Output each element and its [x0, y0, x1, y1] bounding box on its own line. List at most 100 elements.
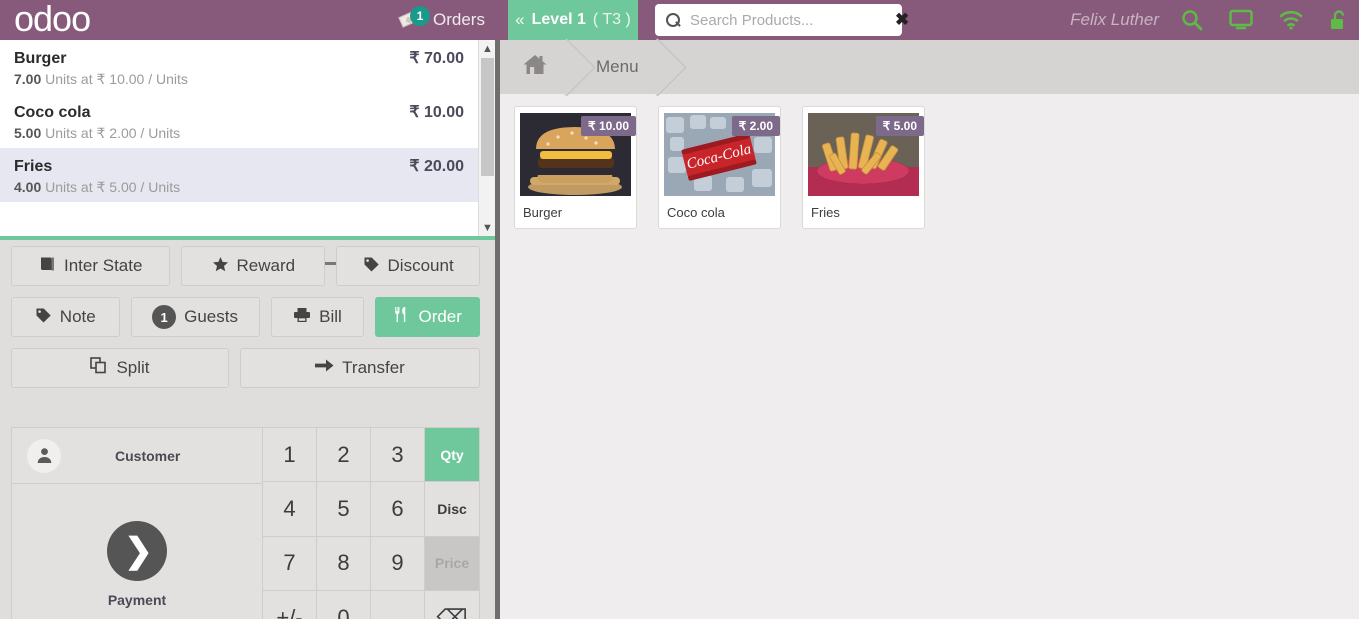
wifi-icon[interactable]	[1279, 10, 1303, 30]
search-box[interactable]: ✖	[655, 4, 909, 36]
split-button[interactable]: Split	[11, 348, 229, 388]
order-line-detail: 7.00 Units at ₹ 10.00 / Units	[14, 71, 464, 88]
home-icon	[522, 53, 548, 81]
guests-label: Guests	[184, 307, 238, 326]
order-line-unitprice: Units at ₹ 10.00 / Units	[41, 71, 188, 87]
product-name: Burger	[523, 205, 563, 220]
reward-button[interactable]: Reward	[181, 246, 326, 286]
numpad-backspace[interactable]: ⌫	[425, 590, 479, 619]
action-row-3: Split Transfer	[11, 348, 480, 388]
ticket-icon: 1	[398, 6, 430, 31]
numpad-1[interactable]: 1	[263, 428, 317, 483]
transfer-button[interactable]: Transfer	[240, 348, 480, 388]
level-label: Level 1	[531, 11, 586, 28]
order-line-price: ₹ 20.00	[409, 158, 464, 175]
search-icon	[666, 12, 681, 28]
bill-button[interactable]: Bill	[270, 297, 365, 337]
order-line-selected[interactable]: Fries ₹ 20.00 4.00 Units at ₹ 5.00 / Uni…	[0, 148, 478, 202]
product-grid: ₹ 10.00 Burger ₹ 2.00 Coca-Cola Coco col…	[514, 106, 925, 229]
numpad-2[interactable]: 2	[317, 428, 371, 483]
display-icon[interactable]	[1229, 9, 1253, 31]
numpad-dot[interactable]: .	[371, 590, 425, 619]
numpad-qty[interactable]: Qty	[425, 428, 479, 483]
reward-label: Reward	[236, 256, 296, 275]
table-label: ( T3 )	[592, 11, 631, 28]
header-icons	[1181, 0, 1349, 40]
product-card[interactable]: ₹ 5.00 Fries	[802, 106, 925, 229]
breadcrumb-home[interactable]	[500, 40, 574, 94]
order-button[interactable]: Order	[375, 297, 481, 337]
scroll-thumb[interactable]	[481, 58, 494, 176]
bill-label: Bill	[319, 307, 342, 326]
chevron-right-icon: ❯	[107, 521, 167, 581]
breadcrumb-menu-label: Menu	[596, 57, 639, 76]
discount-button[interactable]: Discount	[336, 246, 480, 286]
back-chevron-icon: «	[515, 10, 525, 29]
numpad-9[interactable]: 9	[371, 536, 425, 591]
breadcrumb: Menu	[500, 40, 1359, 94]
order-list-panel: Burger ₹ 70.00 7.00 Units at ₹ 10.00 / U…	[0, 40, 495, 236]
split-icon	[90, 357, 108, 379]
star-icon	[212, 256, 229, 277]
action-row-1: Inter State Reward Discount	[11, 246, 480, 286]
arrow-right-icon	[315, 358, 334, 378]
scroll-down-icon[interactable]: ▼	[479, 219, 496, 236]
product-name: Fries	[811, 205, 840, 220]
level-tab[interactable]: « Level 1 ( T3 )	[508, 0, 638, 40]
order-line-qty: 5.00	[14, 125, 42, 141]
orders-count-badge: 1	[410, 6, 430, 26]
numpad-3[interactable]: 3	[371, 428, 425, 483]
order-line-qty: 4.00	[14, 179, 42, 195]
inter-state-button[interactable]: Inter State	[11, 246, 171, 286]
discount-label: Discount	[387, 256, 454, 275]
username-label[interactable]: Felix Luther	[1070, 0, 1159, 40]
order-line-unitprice: Units at ₹ 2.00 / Units	[41, 125, 181, 141]
book-icon	[39, 256, 56, 277]
inter-state-label: Inter State	[64, 256, 143, 275]
numpad-4[interactable]: 4	[263, 482, 317, 537]
top-header: odoo 1 Orders « Level 1 ( T3 ) ✖ Felix L…	[0, 0, 1359, 40]
customer-selector[interactable]: Customer	[12, 428, 262, 484]
unlock-icon[interactable]	[1329, 9, 1349, 31]
order-line-detail: 4.00 Units at ₹ 5.00 / Units	[14, 179, 464, 196]
numpad-7[interactable]: 7	[263, 536, 317, 591]
order-list-scrollbar[interactable]: ▲ ▼	[478, 40, 495, 236]
order-line-price: ₹ 70.00	[409, 50, 464, 67]
order-line-price: ₹ 10.00	[409, 104, 464, 121]
numpad-disc[interactable]: Disc	[425, 482, 479, 537]
product-card[interactable]: ₹ 10.00 Burger	[514, 106, 637, 229]
numpad-price[interactable]: Price	[425, 536, 479, 591]
cutlery-icon	[393, 306, 410, 328]
transfer-label: Transfer	[342, 358, 405, 377]
numpad-0[interactable]: 0	[317, 590, 371, 619]
product-card[interactable]: ₹ 2.00 Coca-Cola Coco cola	[658, 106, 781, 229]
search-icon[interactable]	[1181, 9, 1203, 31]
product-price-badge: ₹ 2.00	[731, 116, 780, 136]
orders-button[interactable]: 1 Orders	[392, 0, 493, 40]
numpad-8[interactable]: 8	[317, 536, 371, 591]
order-line-name: Fries	[14, 158, 53, 175]
numpad-6[interactable]: 6	[371, 482, 425, 537]
order-lines: Burger ₹ 70.00 7.00 Units at ₹ 10.00 / U…	[0, 40, 478, 236]
note-button[interactable]: Note	[11, 297, 120, 337]
order-line-unitprice: Units at ₹ 5.00 / Units	[41, 179, 181, 195]
payment-button[interactable]: ❯ Payment	[12, 484, 262, 619]
orders-label: Orders	[433, 10, 485, 29]
note-label: Note	[59, 307, 96, 326]
order-line-name: Coco cola	[14, 104, 91, 121]
scroll-up-icon[interactable]: ▲	[479, 40, 496, 57]
numpad-5[interactable]: 5	[317, 482, 371, 537]
tag-icon	[363, 256, 380, 277]
odoo-logo[interactable]: odoo	[14, 0, 91, 39]
order-line[interactable]: Burger ₹ 70.00 7.00 Units at ₹ 10.00 / U…	[0, 40, 478, 94]
search-input[interactable]	[681, 11, 889, 29]
numpad: 1 2 3 Qty 4 5 6 Disc 7 8 9 Price +/- 0 .…	[263, 428, 479, 619]
numpad-sign[interactable]: +/-	[263, 590, 317, 619]
guests-button[interactable]: 1 Guests	[130, 297, 260, 337]
product-name: Coco cola	[667, 205, 725, 220]
clear-search-icon[interactable]: ✖	[889, 10, 909, 30]
action-row-2: Note 1 Guests Bill Order	[11, 297, 481, 337]
bottom-pane: Customer ❯ Payment 1 2 3 Qty 4 5 6 Disc	[11, 427, 480, 619]
order-line[interactable]: Coco cola ₹ 10.00 5.00 Units at ₹ 2.00 /…	[0, 94, 478, 148]
order-line-detail: 5.00 Units at ₹ 2.00 / Units	[14, 125, 464, 142]
